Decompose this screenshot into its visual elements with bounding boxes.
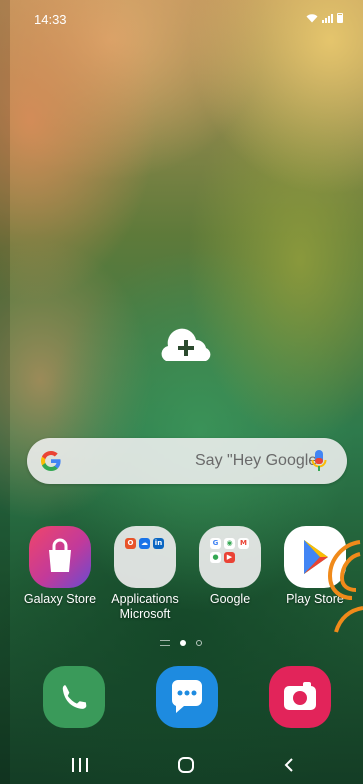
search-placeholder: Say "Hey Google"	[195, 452, 323, 469]
app-label: Applications Microsoft	[111, 592, 179, 621]
messages-icon	[171, 680, 202, 713]
status-icons	[306, 13, 343, 23]
folder-applications-microsoft[interactable]: O ☁ in Applications Microsoft	[104, 526, 186, 622]
status-time: 14:33	[34, 12, 67, 27]
google-folder-icon: G ◉ M ● ▶	[199, 526, 261, 588]
office-icon: O	[125, 538, 136, 549]
gmail-icon: M	[238, 538, 249, 549]
microsoft-folder-icon: O ☁ in	[114, 526, 176, 588]
google-app-icon: G	[210, 538, 221, 549]
page-indicator-current	[180, 640, 186, 646]
back-button[interactable]	[284, 757, 294, 773]
wifi-icon	[306, 14, 318, 23]
app-label: Galaxy Store	[23, 592, 97, 606]
battery-icon	[337, 13, 343, 23]
dock-phone[interactable]	[43, 666, 105, 728]
signal-icon	[322, 13, 333, 23]
mic-icon[interactable]	[311, 449, 327, 473]
galaxy-store-icon	[29, 526, 91, 588]
touch-indicator	[327, 540, 363, 633]
phone-icon	[62, 685, 87, 709]
linkedin-icon: in	[153, 538, 164, 549]
add-page-button[interactable]	[158, 328, 214, 364]
chrome-icon: ◉	[224, 538, 235, 549]
page-indicator	[160, 640, 202, 646]
google-g-icon	[41, 451, 61, 471]
app-galaxy-store[interactable]: Galaxy Store	[19, 526, 101, 607]
home-button[interactable]	[178, 757, 194, 773]
dock-messages[interactable]	[156, 666, 218, 728]
camera-icon	[284, 682, 316, 710]
page-indicator-page	[196, 640, 202, 646]
dock-camera[interactable]	[269, 666, 331, 728]
youtube-icon: ▶	[224, 552, 235, 563]
recents-button[interactable]	[72, 758, 88, 772]
navigation-bar	[0, 748, 363, 784]
folder-google[interactable]: G ◉ M ● ▶ Google	[189, 526, 271, 607]
page-indicator-menu	[160, 640, 170, 646]
google-search-bar[interactable]: Say "Hey Google"	[27, 438, 347, 484]
onedrive-icon: ☁	[139, 538, 150, 549]
status-bar: 14:33	[0, 0, 363, 36]
maps-icon: ●	[210, 552, 221, 563]
wallpaper-edge	[0, 0, 10, 784]
app-label: Google	[209, 592, 251, 606]
